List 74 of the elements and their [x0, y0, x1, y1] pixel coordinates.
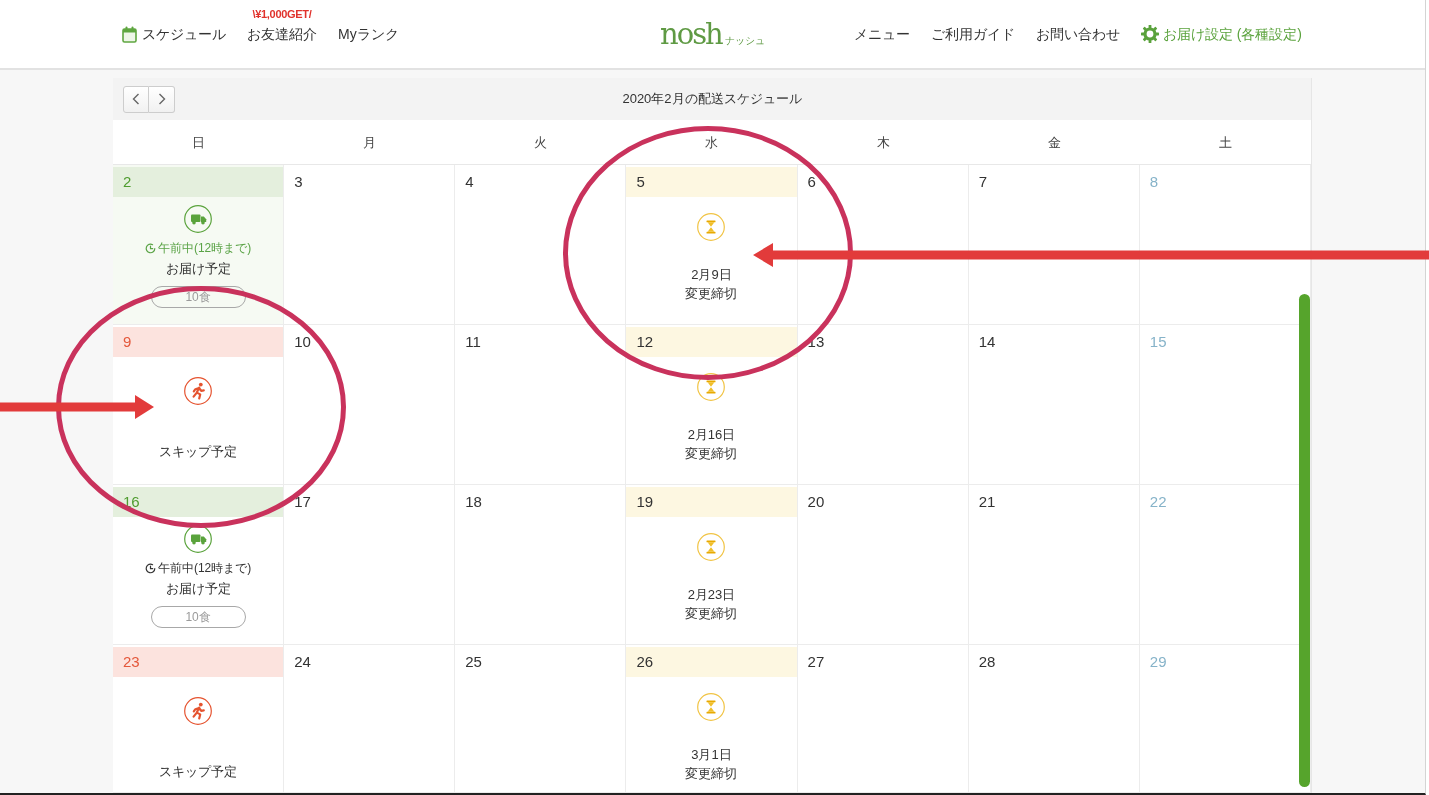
hourglass-icon: [697, 373, 726, 401]
date-number: 15: [1149, 333, 1167, 351]
runner-icon: [184, 377, 213, 405]
date-number: 11: [465, 333, 481, 351]
deadline-date: 3月1日: [691, 746, 732, 764]
deadline-date: 2月23日: [687, 586, 736, 604]
clock-icon: [144, 562, 156, 574]
truck-icon: [184, 525, 213, 553]
calendar-title: 2020年2月の配送スケジュール: [622, 90, 802, 108]
date-number: 18: [465, 493, 482, 511]
deadline-date: 2月9日: [691, 266, 732, 284]
date-number: 5: [636, 173, 645, 191]
delivery-time: 午前中(12時まで): [157, 240, 252, 256]
deadline-label: 変更締切: [685, 445, 738, 463]
deadline-date: 2月16日: [687, 426, 736, 444]
date-number: 27: [807, 653, 825, 671]
weekday-label: 水: [705, 134, 719, 152]
date-number: 19: [636, 493, 654, 511]
date-number: 17: [294, 493, 311, 511]
prev-month-button[interactable]: [123, 85, 149, 113]
date-number: 29: [1149, 653, 1167, 671]
logo-wordmark: nosh: [660, 17, 722, 51]
hourglass-icon: [697, 213, 726, 241]
nav-link[interactable]: スケジュール: [122, 25, 226, 43]
nav-link[interactable]: お友達紹介: [247, 25, 317, 43]
delivery-time: 午前中(12時まで): [157, 560, 252, 576]
date-number: 22: [1149, 493, 1167, 511]
gear-icon: [1140, 25, 1159, 43]
date-number: 12: [636, 333, 654, 351]
nav-link[interactable]: ご利用ガイド: [930, 25, 1015, 43]
weekday-label: 火: [534, 134, 548, 152]
nav-link[interactable]: お問い合わせ: [1035, 25, 1120, 43]
date-number: 20: [807, 493, 825, 511]
weekday-label: 木: [876, 134, 890, 152]
date-number: 6: [807, 173, 816, 191]
weekday-label: 日: [192, 134, 206, 152]
date-number: 2: [123, 173, 132, 191]
weekday-label: 金: [1047, 134, 1061, 152]
date-number: 8: [1149, 173, 1159, 191]
hourglass-icon: [697, 693, 726, 721]
nav-link[interactable]: Myランク: [338, 25, 399, 43]
deadline-label: 変更締切: [685, 285, 738, 303]
date-number: 4: [465, 173, 474, 191]
weekday-label: 月: [363, 134, 377, 152]
runner-icon: [184, 697, 213, 725]
chevron-right-icon: [157, 93, 166, 105]
deadline-label: 変更締切: [685, 605, 738, 623]
date-number: 25: [465, 653, 482, 671]
logo-subtitle: ナッシュ: [724, 34, 765, 48]
next-month-button[interactable]: [149, 85, 175, 113]
calendar-icon: [122, 25, 137, 43]
date-number: 14: [978, 333, 996, 351]
date-number: 7: [978, 173, 988, 191]
promo-text: \¥1,000GET/: [252, 8, 312, 20]
weekday-label: 土: [1218, 134, 1232, 152]
hourglass-icon: [697, 533, 726, 561]
clock-icon: [144, 242, 156, 254]
delivery-status: お届け予定: [165, 260, 231, 278]
date-number: 9: [123, 333, 132, 351]
date-number: 26: [636, 653, 654, 671]
skip-status: スキップ予定: [159, 763, 238, 781]
date-number: 23: [123, 653, 140, 671]
date-number: 28: [978, 653, 996, 671]
date-number: 10: [294, 333, 311, 351]
skip-status: スキップ予定: [159, 443, 238, 461]
scrollbar-thumb[interactable]: [1299, 294, 1310, 787]
delivery-status: お届け予定: [165, 580, 231, 598]
date-number: 21: [978, 493, 996, 511]
date-number: 24: [294, 653, 311, 671]
chevron-left-icon: [132, 93, 140, 105]
deadline-label: 変更締切: [685, 765, 738, 783]
truck-icon: [184, 205, 213, 233]
date-number: 3: [294, 173, 303, 191]
nav-link[interactable]: メニュー: [853, 25, 910, 43]
